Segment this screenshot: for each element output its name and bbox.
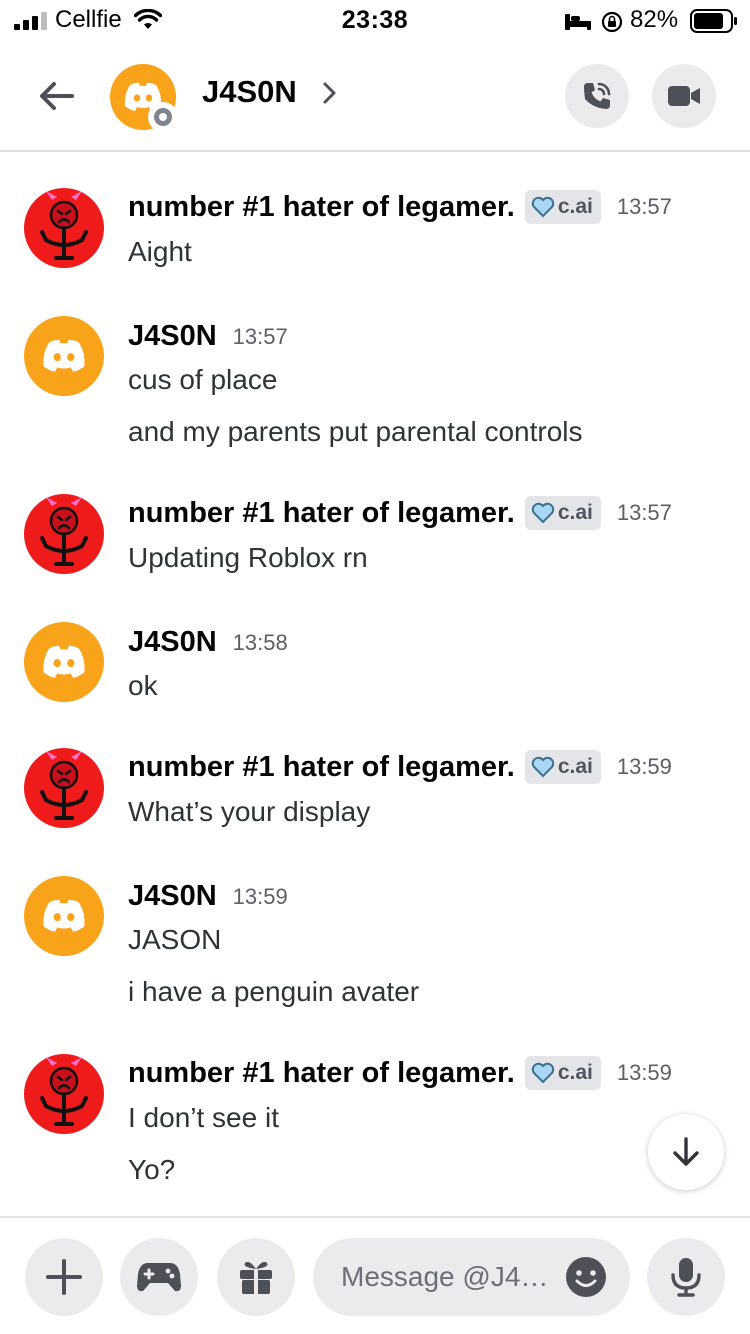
message-text[interactable]: JASON xyxy=(128,924,221,956)
username[interactable]: number #1 hater of legamer. xyxy=(128,1057,515,1090)
message-header: number #1 hater of legamer. c.ai 13:59 xyxy=(128,1056,672,1090)
microphone-icon xyxy=(671,1258,701,1297)
message-composer xyxy=(0,1216,750,1334)
message-list[interactable]: number #1 hater of legamer. c.ai 13:57 A… xyxy=(0,154,750,1216)
battery-icon xyxy=(690,9,737,33)
message-input-container xyxy=(313,1238,630,1316)
voice-call-icon xyxy=(584,82,611,109)
devil-emoji-icon xyxy=(40,497,88,566)
devil-emoji-icon xyxy=(40,191,88,260)
discord-logo-icon xyxy=(43,899,85,932)
dm-recipient-name[interactable]: J4S0N xyxy=(202,74,297,110)
devil-emoji-icon xyxy=(40,751,88,820)
devil-emoji-icon xyxy=(40,1057,88,1126)
rotation-lock-icon xyxy=(601,11,623,33)
tag-label: c.ai xyxy=(557,501,593,524)
dm-header: J4S0N xyxy=(0,42,750,152)
video-call-icon xyxy=(668,86,700,106)
back-arrow-icon xyxy=(40,82,74,110)
voice-message-button[interactable] xyxy=(647,1238,725,1316)
gift-button[interactable] xyxy=(217,1238,295,1316)
gift-icon xyxy=(240,1261,272,1294)
tag-label: c.ai xyxy=(557,195,593,218)
message-text[interactable]: Aight xyxy=(128,236,192,268)
discord-logo-icon xyxy=(43,645,85,678)
user-avatar[interactable] xyxy=(24,876,104,956)
timestamp: 13:57 xyxy=(232,323,288,349)
jump-to-present-button[interactable] xyxy=(648,1114,724,1190)
status-bar: Cellfie 23:38 82% xyxy=(0,0,750,42)
message-text[interactable]: What’s your display xyxy=(128,796,370,828)
message-text[interactable]: Updating Roblox rn xyxy=(128,542,368,574)
server-tag-badge[interactable]: c.ai xyxy=(524,1056,601,1090)
tag-label: c.ai xyxy=(557,1061,593,1084)
user-avatar[interactable] xyxy=(24,748,104,828)
plus-icon xyxy=(46,1259,82,1295)
message-header: J4S0N 13:59 xyxy=(128,880,288,913)
username[interactable]: J4S0N xyxy=(128,626,217,659)
server-tag-badge[interactable]: c.ai xyxy=(524,496,601,530)
timestamp: 13:57 xyxy=(616,500,672,525)
username[interactable]: number #1 hater of legamer. xyxy=(128,191,515,224)
user-avatar[interactable] xyxy=(24,188,104,268)
add-attachment-button[interactable] xyxy=(25,1238,103,1316)
user-avatar[interactable] xyxy=(24,494,104,574)
chevron-right-icon[interactable] xyxy=(320,80,340,106)
gamepad-icon xyxy=(137,1263,181,1292)
video-call-button[interactable] xyxy=(652,64,716,128)
offline-status-icon xyxy=(148,102,178,132)
timestamp: 13:59 xyxy=(232,883,288,909)
message-header: number #1 hater of legamer. c.ai 13:59 xyxy=(128,750,672,784)
user-avatar[interactable] xyxy=(24,316,104,396)
message-header: number #1 hater of legamer. c.ai 13:57 xyxy=(128,190,672,224)
message-input[interactable] xyxy=(341,1258,556,1296)
timestamp: 13:57 xyxy=(616,194,672,219)
message-header: J4S0N 13:58 xyxy=(128,626,288,659)
discord-logo-icon xyxy=(43,339,85,372)
voice-call-button[interactable] xyxy=(565,64,629,128)
server-tag-badge[interactable]: c.ai xyxy=(524,190,601,224)
message-header: J4S0N 13:57 xyxy=(128,320,288,353)
username[interactable]: number #1 hater of legamer. xyxy=(128,751,515,784)
user-avatar[interactable] xyxy=(24,1054,104,1134)
message-header: number #1 hater of legamer. c.ai 13:57 xyxy=(128,496,672,530)
battery-percentage: 82% xyxy=(630,6,679,33)
tag-label: c.ai xyxy=(557,755,593,778)
username[interactable]: J4S0N xyxy=(128,880,217,913)
heart-icon xyxy=(531,1062,555,1084)
message-text[interactable]: I don’t see it xyxy=(128,1102,279,1134)
message-text[interactable]: Yo? xyxy=(128,1154,175,1186)
message-text[interactable]: and my parents put parental controls xyxy=(128,416,582,448)
timestamp: 13:59 xyxy=(616,1060,672,1085)
timestamp: 13:59 xyxy=(616,754,672,779)
heart-icon xyxy=(531,502,555,524)
user-avatar[interactable] xyxy=(24,622,104,702)
message-text[interactable]: i have a penguin avater xyxy=(128,976,419,1008)
emoji-icon[interactable] xyxy=(565,1256,607,1298)
server-tag-badge[interactable]: c.ai xyxy=(524,750,601,784)
message-text[interactable]: ok xyxy=(128,670,158,702)
message-text[interactable]: cus of place xyxy=(128,364,277,396)
username[interactable]: J4S0N xyxy=(128,320,217,353)
activities-button[interactable] xyxy=(120,1238,198,1316)
username[interactable]: number #1 hater of legamer. xyxy=(128,497,515,530)
sleep-bed-icon xyxy=(565,14,591,30)
timestamp: 13:58 xyxy=(232,629,288,655)
heart-icon xyxy=(531,756,555,778)
arrow-down-icon xyxy=(673,1137,699,1166)
heart-icon xyxy=(531,196,555,218)
back-button[interactable] xyxy=(30,70,82,122)
